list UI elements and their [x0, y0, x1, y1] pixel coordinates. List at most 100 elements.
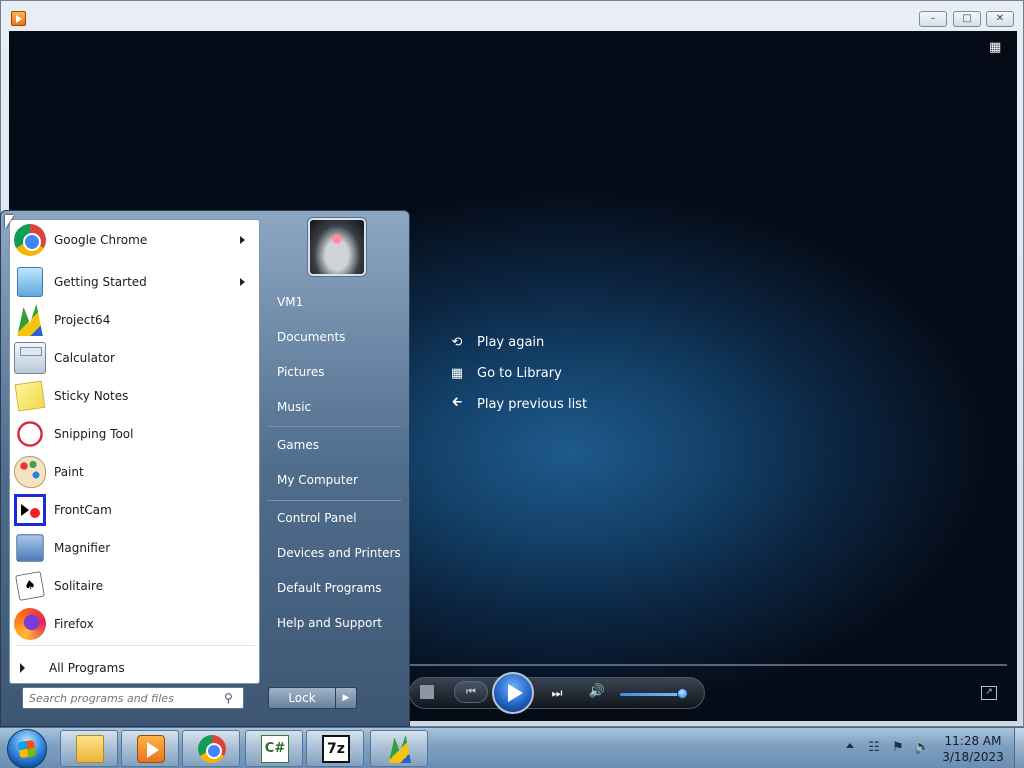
right-item-vm1[interactable]: VM1	[277, 292, 303, 312]
taskbar-chrome[interactable]	[182, 730, 240, 767]
action-center-flag-icon[interactable]: ⚑	[890, 740, 906, 756]
replay-icon: ⟲	[451, 334, 463, 350]
right-item-documents[interactable]: Documents	[277, 327, 345, 347]
paint-icon	[14, 456, 46, 488]
start-menu: Google Chrome Getting Started Project64 …	[0, 210, 410, 727]
right-item-default-programs[interactable]: Default Programs	[277, 578, 382, 598]
go-to-library-link[interactable]: ▦ Go to Library	[449, 363, 562, 383]
play-again-link[interactable]: ⟲ Play again	[449, 332, 545, 352]
program-label: Firefox	[54, 617, 94, 631]
sticky-notes-icon	[14, 380, 46, 412]
program-label: Snipping Tool	[54, 427, 134, 441]
search-input[interactable]	[22, 687, 244, 709]
go-to-library-label: Go to Library	[477, 365, 562, 381]
frontcam-icon	[14, 494, 46, 526]
chrome-icon	[14, 224, 46, 256]
program-label: Google Chrome	[54, 233, 148, 247]
program-label: Getting Started	[54, 275, 147, 289]
play-button[interactable]	[492, 672, 534, 714]
right-item-music[interactable]: Music	[277, 397, 311, 417]
right-item-games[interactable]: Games	[277, 435, 319, 455]
lock-button[interactable]: Lock	[268, 687, 336, 709]
volume-icon[interactable]: 🔊	[588, 684, 606, 702]
taskbar-explorer[interactable]	[60, 730, 118, 767]
program-item-snipping-tool[interactable]: Snipping Tool	[12, 416, 257, 452]
show-hidden-icons-arrow[interactable]	[846, 743, 854, 748]
close-button[interactable]: ✕	[986, 11, 1014, 27]
taskbar-media-player[interactable]	[121, 730, 179, 767]
program-item-sticky-notes[interactable]: Sticky Notes	[12, 378, 257, 414]
right-item-devices-and-printers[interactable]: Devices and Printers	[277, 543, 401, 563]
stop-button[interactable]	[420, 685, 434, 699]
program-item-google-chrome[interactable]: Google Chrome	[12, 222, 257, 258]
maximize-button[interactable]: □	[953, 11, 981, 27]
search-icon[interactable]: ⚲	[224, 691, 238, 705]
program-label: Paint	[54, 465, 84, 479]
system-clock[interactable]: 11:28 AM 3/18/2023	[938, 733, 1008, 765]
program-item-getting-started[interactable]: Getting Started	[12, 264, 257, 300]
taskbar-csharp[interactable]: C#	[245, 730, 303, 767]
fullscreen-icon[interactable]: ↗	[981, 686, 997, 700]
mouse-cursor	[5, 215, 14, 229]
program-item-calculator[interactable]: Calculator	[12, 340, 257, 376]
submenu-arrow-icon[interactable]	[240, 236, 245, 244]
submenu-arrow-icon[interactable]	[240, 278, 245, 286]
play-previous-list-label: Play previous list	[477, 396, 588, 412]
speaker-icon[interactable]: 🔈	[914, 740, 930, 756]
project64-icon	[388, 735, 412, 763]
start-button[interactable]	[7, 729, 47, 768]
minimize-button[interactable]: –	[919, 11, 947, 27]
divider	[267, 500, 401, 501]
right-item-help-and-support[interactable]: Help and Support	[277, 613, 382, 633]
csharp-icon: C#	[261, 735, 289, 763]
project64-icon	[17, 304, 43, 336]
program-item-frontcam[interactable]: FrontCam	[12, 492, 257, 528]
divider	[16, 645, 255, 646]
library-icon: ▦	[450, 365, 464, 381]
playback-controls: ⏮ ⏭ 🔊	[409, 672, 705, 714]
seek-bar[interactable]	[409, 664, 1007, 666]
solitaire-icon	[15, 571, 45, 601]
program-item-solitaire[interactable]: Solitaire	[12, 568, 257, 604]
right-item-control-panel[interactable]: Control Panel	[277, 508, 357, 528]
program-list: Google Chrome Getting Started Project64 …	[9, 219, 260, 684]
previous-button[interactable]: ⏮	[454, 681, 488, 703]
title-bar[interactable]: – □ ✕	[1, 1, 1023, 31]
calculator-icon	[14, 342, 46, 374]
program-item-project64[interactable]: Project64	[12, 302, 257, 338]
network-icon[interactable]: ☷	[866, 740, 882, 756]
snipping-tool-icon	[17, 421, 43, 447]
magnifier-icon	[16, 534, 44, 562]
program-label: Project64	[54, 313, 111, 327]
7zip-icon: 7z	[322, 735, 350, 763]
taskbar-7zip[interactable]: 7z	[306, 730, 364, 767]
program-label: Calculator	[54, 351, 115, 365]
all-programs-button[interactable]: All Programs	[20, 657, 125, 679]
program-item-paint[interactable]: Paint	[12, 454, 257, 490]
media-player-icon	[137, 735, 165, 763]
play-again-label: Play again	[477, 334, 545, 350]
program-item-firefox[interactable]: Firefox	[12, 606, 257, 642]
switch-to-library-icon[interactable]: ▦	[989, 40, 1007, 55]
volume-slider-knob[interactable]	[677, 688, 688, 699]
shutdown-options-button[interactable]: ▶	[336, 687, 357, 709]
right-item-my-computer[interactable]: My Computer	[277, 470, 358, 490]
clock-time: 11:28 AM	[944, 734, 1002, 748]
firefox-icon	[14, 608, 46, 640]
all-programs-label: All Programs	[49, 661, 125, 675]
play-previous-list-link[interactable]: 🡰 Play previous list	[449, 394, 587, 414]
taskbar-project64[interactable]	[370, 730, 428, 767]
show-desktop-button[interactable]	[1014, 728, 1024, 768]
program-label: Magnifier	[54, 541, 111, 555]
user-avatar[interactable]	[308, 218, 366, 276]
all-programs-arrow-icon	[20, 663, 25, 673]
getting-started-icon	[17, 267, 43, 297]
program-label: FrontCam	[54, 503, 112, 517]
program-item-magnifier[interactable]: Magnifier	[12, 530, 257, 566]
program-label: Solitaire	[54, 579, 104, 593]
program-label: Sticky Notes	[54, 389, 129, 403]
right-item-pictures[interactable]: Pictures	[277, 362, 325, 382]
next-button[interactable]: ⏭	[542, 683, 572, 703]
clock-date: 3/18/2023	[942, 750, 1004, 764]
media-player-icon	[11, 11, 26, 26]
